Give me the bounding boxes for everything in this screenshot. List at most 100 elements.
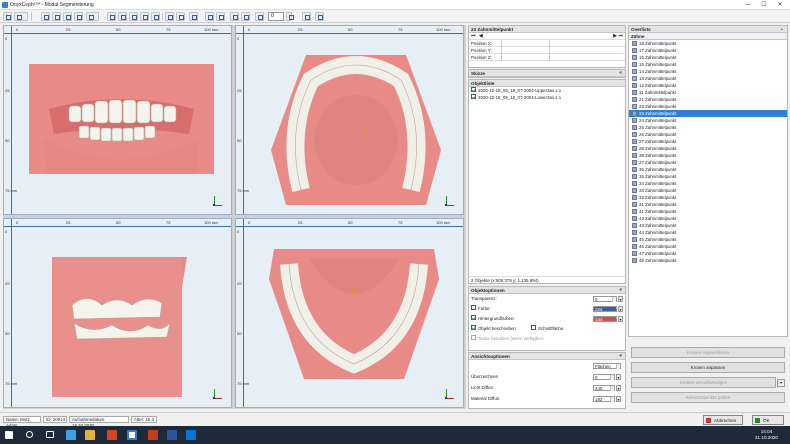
list-item[interactable]: 23 Zahnmittelpunkt [629,110,787,117]
list-item[interactable]: 11 Zahnmittelpunkt [629,89,787,96]
view-left-icon[interactable] [129,12,138,21]
list-item[interactable]: 36 Zahnmittelpunkt [629,166,787,173]
color-dropdown[interactable]: ▾ [618,306,623,312]
layout-1-icon[interactable] [41,12,50,21]
zoom-in-icon[interactable] [205,12,214,21]
next-icon[interactable]: ▶ [613,33,617,40]
viewport-lateral[interactable]: 0 25 50 75 100 mm 0 25 50 75 mm [3,218,232,408]
view-right-icon[interactable] [140,12,149,21]
list-item[interactable]: 38 Zahnmittelpunkt [629,152,787,159]
material-dropdown[interactable]: ▾ [616,396,621,402]
list-item[interactable]: 33 Zahnmittelpunkt [629,187,787,194]
zoom-out-icon[interactable] [216,12,225,21]
list-item[interactable]: 13 Zahnmittelpunkt [629,75,787,82]
position-y-field[interactable] [501,47,549,54]
list-item[interactable]: 32 Zahnmittelpunkt [629,194,787,201]
collapse-icon[interactable]: « [619,287,622,294]
list-item[interactable]: 12 Zahnmittelpunkt [629,82,787,89]
list-item[interactable]: 22 Zahnmittelpunkt [629,103,787,110]
complete-crowns-button[interactable]: Kronen vervollständigen [631,377,776,388]
color-checkbox[interactable] [471,305,476,311]
onyxceph-taskbar-icon[interactable] [127,430,137,440]
list-item[interactable]: 18 Zahnmittelpunkt [629,40,787,47]
overlay-stepper[interactable]: 0 [593,374,615,380]
object-checkbox[interactable] [471,94,476,100]
list-item[interactable]: 25 Zahnmittelpunkt [629,124,787,131]
first-icon[interactable]: ⏮ [471,33,476,39]
ok-button[interactable]: OK [752,415,784,425]
position-x-field[interactable] [501,40,549,47]
bg-color-checkbox[interactable] [471,315,476,321]
list-item[interactable]: 48 Zahnmittelpunkt [629,257,787,264]
list-item[interactable]: 34 Zahnmittelpunkt [629,180,787,187]
object-checkbox[interactable] [471,87,476,93]
clock[interactable]: 14:04 21.10.2020 [755,429,778,441]
position-z-field[interactable] [501,54,549,61]
prev-icon[interactable]: ◀ [479,33,483,39]
list-item[interactable]: 44 Zahnmittelpunkt [629,229,787,236]
list-item[interactable]: 47 Zahnmittelpunkt [629,250,787,257]
overlay-dropdown[interactable]: ▾ [616,374,621,380]
explorer-icon[interactable] [85,430,95,440]
move-icon[interactable] [176,12,185,21]
texture-checkbox[interactable] [471,335,476,341]
viewport-occlusal-lower[interactable]: 0 25 50 75 100 mm 0 25 50 75 mm [235,218,464,408]
list-item[interactable]: 2020-10-18_09_18_07-2004-Upper3av.1.1 [469,87,625,94]
maximize-button[interactable]: ☐ [758,1,770,9]
last-icon[interactable]: ⏭ [618,33,623,40]
segment-crowns-button[interactable]: Kronen segmentieren [631,347,785,358]
complete-crowns-dropdown[interactable]: ▾ [777,379,785,387]
list-item[interactable]: 17 Zahnmittelpunkt [629,47,787,54]
list-item[interactable]: 14 Zahnmittelpunkt [629,68,787,75]
check-reference-button[interactable]: Referenzpunkte prüfen [631,392,785,403]
chevron-down-icon[interactable]: ⌄ [780,26,784,33]
bg-color-dropdown[interactable]: ▾ [618,316,623,322]
list-item[interactable]: 27 Zahnmittelpunkt [629,138,787,145]
word-icon[interactable] [167,430,177,440]
minimize-button[interactable]: — [742,1,754,9]
collapse-icon[interactable]: « [619,70,622,77]
pan-icon[interactable] [189,12,198,21]
cancel-button[interactable]: Abbrechen [703,415,743,425]
light-dropdown[interactable]: ▾ [616,385,621,391]
outlook-icon[interactable] [186,430,196,440]
list-item[interactable]: 26 Zahnmittelpunkt [629,131,787,138]
close-button[interactable]: ✕ [774,1,786,9]
transparency-stepper[interactable]: 0 [593,296,617,302]
zoom-input[interactable]: 0 [268,12,284,21]
start-icon[interactable] [5,431,13,439]
collapse-icon[interactable]: « [619,353,622,360]
bg-color-value[interactable]: 144 [593,316,617,322]
cut-surface-checkbox[interactable] [531,325,536,331]
list-item[interactable]: 37 Zahnmittelpunkt [629,159,787,166]
list-item[interactable]: 16 Zahnmittelpunkt [629,54,787,61]
list-item[interactable]: 2020-10-18_09_18_07-2004-Lower3av.1.1 [469,94,625,101]
material-stepper[interactable]: 192 [593,396,615,402]
layout-2-icon[interactable] [52,12,61,21]
view-top-icon[interactable] [151,12,160,21]
adjust-crowns-button[interactable]: Kronen anpassen [631,362,785,373]
list-item[interactable]: 46 Zahnmittelpunkt [629,243,787,250]
color-value[interactable]: 224 [593,306,617,312]
list-item[interactable]: 45 Zahnmittelpunkt [629,236,787,243]
layout-grid-icon[interactable] [74,12,83,21]
grid-icon[interactable] [302,12,311,21]
list-item[interactable]: 31 Zahnmittelpunkt [629,201,787,208]
powerpoint-icon[interactable] [148,430,158,440]
settings-icon[interactable] [3,12,12,21]
office-icon[interactable] [107,430,117,440]
help-icon[interactable] [315,12,324,21]
list-item[interactable]: 24 Zahnmittelpunkt [629,117,787,124]
light-stepper[interactable]: 240 [593,385,615,391]
view-back-icon[interactable] [118,12,127,21]
list-item[interactable]: 28 Zahnmittelpunkt [629,145,787,152]
search-icon[interactable] [26,431,33,438]
list-item[interactable]: 35 Zahnmittelpunkt [629,173,787,180]
transparency-dropdown[interactable]: ▾ [618,296,623,302]
view-mode-icon[interactable] [14,12,28,21]
frame-icon[interactable] [86,12,99,21]
zoom-spin-icon[interactable] [286,12,294,21]
layout-4-icon[interactable] [63,12,72,21]
view-front-icon[interactable] [107,12,116,21]
list-item[interactable]: 42 Zahnmittelpunkt [629,215,787,222]
